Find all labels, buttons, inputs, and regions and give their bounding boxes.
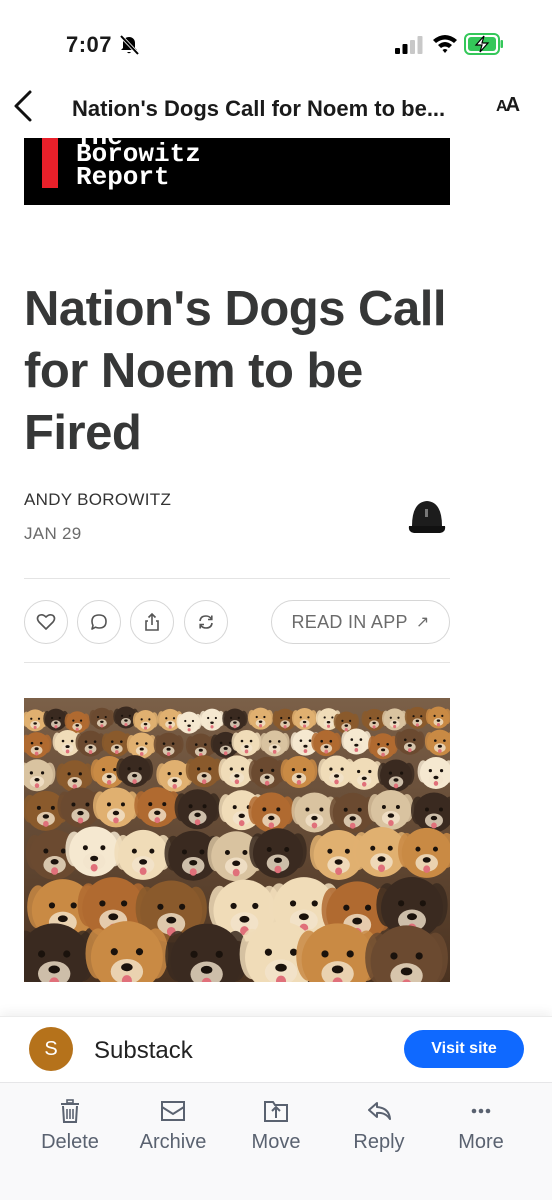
dog-face (165, 923, 249, 982)
reply-arrow-icon (368, 1102, 391, 1120)
more-button[interactable]: More (431, 1097, 531, 1154)
bell-slash-icon (119, 34, 140, 56)
delete-button[interactable]: Delete (20, 1097, 120, 1154)
external-arrow-icon: ↗ (415, 614, 430, 631)
comment-button[interactable] (77, 600, 121, 644)
comment-bubble-icon (91, 614, 107, 630)
sender-avatar: S (29, 1027, 73, 1071)
sender-name: Substack (94, 1037, 193, 1064)
nav-header: Nation's Dogs Call for Noem to be... AA (0, 80, 552, 138)
move-label: Move (251, 1131, 301, 1153)
wifi-icon (433, 35, 457, 53)
masthead-line2: Report (76, 162, 170, 192)
visit-site-button[interactable]: Visit site (404, 1030, 524, 1068)
dog-face (24, 923, 96, 982)
delete-label: Delete (41, 1131, 99, 1153)
archive-label: Archive (139, 1131, 207, 1153)
article-headline: Nation's Dogs Call for Noem to be Fired (24, 282, 446, 460)
status-bar: 7:07 (0, 0, 552, 80)
read-in-app-label: READ IN APP (291, 611, 408, 632)
masthead-logo: The Borowitz Report (24, 138, 450, 205)
publish-date: JAN 29 (24, 524, 82, 543)
author-name[interactable]: ANDY BOROWITZ (24, 490, 171, 510)
heart-icon (36, 613, 56, 630)
masthead-red-bar (42, 138, 58, 188)
move-button[interactable]: Move (226, 1097, 326, 1154)
text-size-big-a: A (505, 94, 521, 116)
archive-button[interactable]: Archive (123, 1097, 223, 1154)
more-dots-icon (471, 1108, 491, 1114)
text-size-small-a: A (496, 98, 507, 115)
trash-icon (61, 1099, 79, 1123)
read-in-app-button[interactable]: READ IN APP ↗ (271, 600, 450, 644)
cellular-signal-icon (395, 36, 423, 54)
share-icon (145, 612, 159, 631)
share-button[interactable] (130, 600, 174, 644)
status-time: 7:07 (66, 32, 113, 57)
reply-label: Reply (353, 1131, 405, 1153)
sender-bar: S Substack Visit site (0, 1016, 552, 1082)
divider-top (24, 578, 450, 579)
reply-button[interactable]: Reply (329, 1097, 429, 1154)
author-avatar[interactable] (404, 496, 450, 542)
bottom-toolbar: Delete Archive Move Reply More (0, 1082, 552, 1200)
divider-bottom (24, 662, 450, 663)
battery-charging-icon (464, 33, 503, 55)
more-label: More (458, 1131, 504, 1153)
text-size-button[interactable]: AA (496, 94, 521, 117)
like-button[interactable] (24, 600, 68, 644)
refresh-arrows-icon (199, 615, 213, 629)
dog-face (85, 921, 169, 982)
restack-button[interactable] (184, 600, 228, 644)
archive-icon (161, 1101, 185, 1121)
back-chevron-icon[interactable] (12, 86, 34, 126)
article-image-dogs (24, 698, 450, 982)
dog-face (365, 925, 448, 982)
nav-title: Nation's Dogs Call for Noem to be... (72, 96, 446, 121)
move-folder-icon (264, 1101, 288, 1122)
